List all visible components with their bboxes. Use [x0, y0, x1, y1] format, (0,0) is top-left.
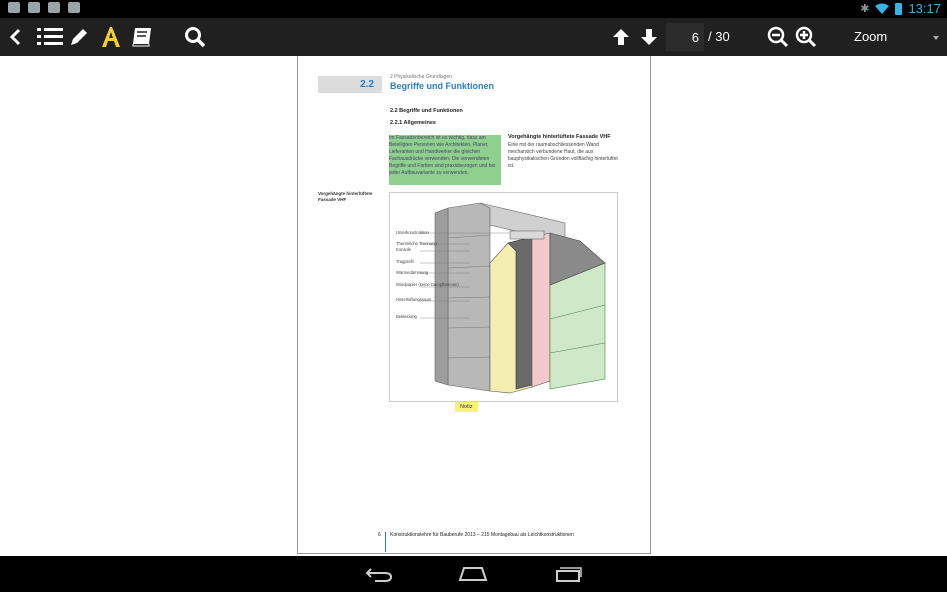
highlighted-paragraph[interactable]: Im Fassadenbereich ist es wichtig, dass …	[389, 135, 501, 185]
facade-figure: Unterkonstruktion Thermische Trennung Ko…	[389, 192, 618, 402]
vhf-heading: Vorgehängte hinterlüftete Fassade VHF	[508, 134, 611, 140]
zoom-out-icon	[767, 26, 789, 48]
page-total: / 30	[708, 29, 730, 44]
subheading-2: 2.2.1 Allgemeines	[390, 120, 436, 126]
toolbar	[0, 18, 947, 56]
figure-label: Tragprofil	[396, 259, 414, 264]
figure-label: Windpapier (keine Dampfbremse)	[396, 282, 459, 287]
home-nav-button[interactable]	[456, 556, 490, 592]
note-annotation[interactable]: Notiz	[455, 402, 478, 412]
arrow-down-icon	[641, 29, 657, 45]
wifi-icon	[875, 3, 890, 14]
section-title: Begriffe und Funktionen	[390, 81, 494, 91]
image-icon	[8, 2, 20, 13]
battery-icon	[895, 2, 903, 15]
recent-apps-nav-button[interactable]	[552, 556, 586, 592]
footer-page-number: 6	[378, 532, 381, 538]
bluetooth-icon: ✱	[860, 3, 870, 15]
subheading-1: 2.2 Begriffe und Funktionen	[390, 108, 463, 114]
figure-label: Bekleidung	[396, 314, 417, 319]
list-icon	[37, 28, 63, 45]
home-icon	[458, 567, 488, 581]
download-icon	[68, 2, 80, 13]
clipboard-check-icon	[48, 2, 60, 13]
back-icon	[365, 568, 393, 582]
search-icon	[185, 27, 206, 48]
back-button[interactable]	[4, 18, 26, 56]
figure-label: Konsole	[396, 247, 412, 252]
pencil-icon	[71, 29, 87, 45]
document-viewer[interactable]: 2.2 2 Physikalische Grundlagen Begriffe …	[0, 56, 947, 556]
chapter-label: 2 Physikalische Grundlagen	[390, 74, 452, 80]
previous-page-button[interactable]	[609, 18, 633, 56]
text-highlight-button[interactable]	[100, 18, 122, 56]
zoom-dropdown[interactable]: Zoom	[854, 29, 887, 44]
figure-label: Thermische Trennung	[396, 241, 437, 246]
clock: 13:17	[908, 1, 941, 16]
footer-divider	[385, 532, 386, 552]
footer-text: Konstruktionslehre für Bauberufe 2013 – …	[390, 532, 574, 538]
zoom-in-icon	[795, 26, 817, 48]
recent-apps-icon	[556, 567, 582, 582]
zoom-in-button[interactable]	[794, 18, 818, 56]
dropdown-caret-icon	[933, 36, 939, 40]
vhf-paragraph: Eine mit der raumabschliessenden Wand me…	[508, 142, 618, 169]
figure-label: Unterkonstruktion	[396, 230, 429, 235]
figure-label: Wärmedämmung	[396, 270, 429, 275]
chevron-left-icon	[9, 28, 21, 46]
figure-label: Hinterlüftungsraum	[396, 297, 432, 302]
table-of-contents-button[interactable]	[36, 18, 64, 56]
arrow-up-icon	[613, 29, 629, 45]
document-page: 2.2 2 Physikalische Grundlagen Begriffe …	[297, 56, 651, 554]
system-nav-bar	[0, 556, 947, 592]
letter-a-icon	[102, 27, 120, 47]
figure-side-label: Vorgehängte hinterlüftete Fassade VHF	[318, 191, 373, 202]
annotate-button[interactable]	[67, 18, 91, 56]
next-page-button[interactable]	[637, 18, 661, 56]
search-button[interactable]	[183, 18, 207, 56]
book-icon	[132, 28, 151, 47]
section-number: 2.2	[318, 76, 382, 93]
zoom-out-button[interactable]	[766, 18, 790, 56]
back-nav-button[interactable]	[362, 556, 396, 592]
status-bar: ✱ 13:17	[0, 0, 947, 18]
page-number-input[interactable]: 6	[666, 23, 704, 51]
bookmarks-button[interactable]	[130, 18, 154, 56]
gamepad-icon	[28, 2, 40, 13]
